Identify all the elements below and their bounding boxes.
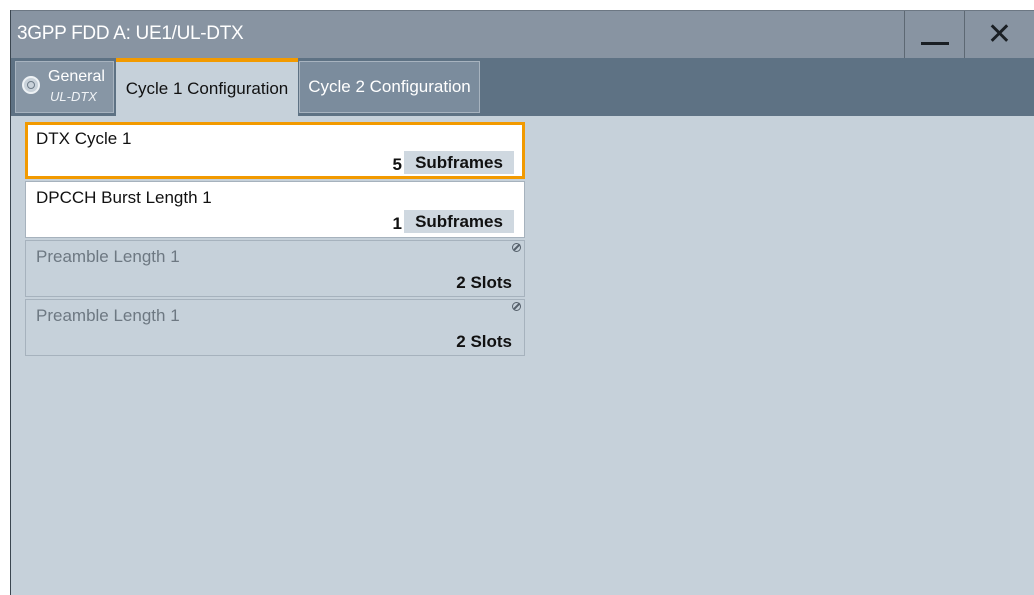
tab-cycle-1-label: Cycle 1 Configuration — [125, 79, 289, 98]
preamble-length-1-value-2: 2 Slots — [456, 332, 512, 352]
title-bar: 3GPP FDD A: UE1/UL-DTX ✕ — [11, 10, 1034, 58]
tab-general[interactable]: General UL-DTX — [15, 61, 114, 113]
close-button[interactable]: ✕ — [964, 11, 1034, 58]
dtx-cycle-1-unit[interactable]: Subframes — [404, 151, 514, 174]
preamble-length-1-value: 2 Slots — [456, 273, 512, 293]
preamble-length-1-number-2: 2 — [456, 332, 466, 351]
disabled-icon — [512, 302, 521, 311]
tab-cycle-1-configuration[interactable]: Cycle 1 Configuration — [116, 58, 298, 116]
tab-general-title: General — [48, 68, 105, 85]
window-title: 3GPP FDD A: UE1/UL-DTX — [17, 23, 244, 44]
dtx-cycle-1-field[interactable]: DTX Cycle 1 5 Subframes — [25, 122, 525, 179]
preamble-length-1-number: 2 — [456, 273, 466, 292]
tab-strip: General UL-DTX Cycle 1 Configuration Cyc… — [11, 58, 1034, 116]
preamble-length-1-label: Preamble Length 1 — [36, 247, 180, 266]
dpcch-burst-length-1-unit[interactable]: Subframes — [404, 210, 514, 233]
dpcch-burst-length-1-field[interactable]: DPCCH Burst Length 1 1 Subframes — [25, 181, 525, 238]
tab-cycle-2-configuration[interactable]: Cycle 2 Configuration — [299, 61, 480, 113]
preamble-length-1-label-2: Preamble Length 1 — [36, 306, 180, 325]
dpcch-burst-length-1-value[interactable]: 1 — [393, 214, 402, 234]
disabled-icon — [512, 243, 521, 252]
dialog-window: 3GPP FDD A: UE1/UL-DTX ✕ General UL-DTX … — [10, 10, 1034, 595]
dpcch-burst-length-1-label: DPCCH Burst Length 1 — [36, 188, 212, 207]
tab-cycle-2-label: Cycle 2 Configuration — [308, 77, 471, 96]
preamble-length-1-field: Preamble Length 1 2 Slots — [25, 240, 525, 297]
preamble-length-1-unit-2: Slots — [470, 332, 512, 351]
minimize-button[interactable] — [904, 11, 964, 58]
toggle-circle-icon[interactable] — [22, 76, 40, 94]
dtx-cycle-1-value[interactable]: 5 — [393, 155, 402, 175]
preamble-length-1-field-2: Preamble Length 1 2 Slots — [25, 299, 525, 356]
dtx-cycle-1-label: DTX Cycle 1 — [36, 129, 132, 148]
close-icon: ✕ — [986, 17, 1013, 51]
tab-general-subtitle: UL-DTX — [50, 89, 97, 104]
minimize-icon — [920, 42, 949, 45]
preamble-length-1-unit: Slots — [470, 273, 512, 292]
